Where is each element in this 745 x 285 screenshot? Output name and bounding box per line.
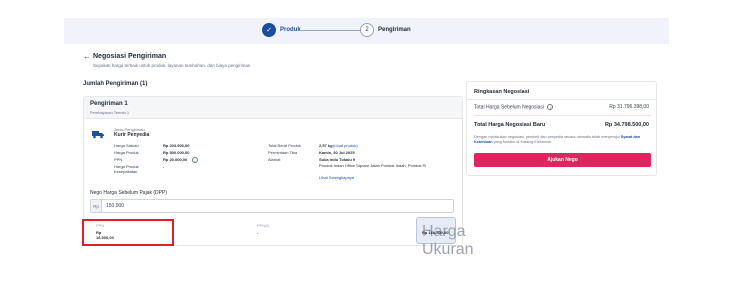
divider	[474, 115, 651, 116]
total-price-box: Harga Ukuran Rp 166.500,00	[416, 217, 474, 258]
pph-value: -	[257, 230, 259, 235]
after-nego-value: Rp 34.798.500,00	[604, 122, 649, 128]
progress-stepper: ✓ Produk 2 Pengiriman	[64, 18, 669, 44]
summary-title: Ringkasan Negosiasi	[474, 89, 530, 95]
kv-label: Alamat	[268, 157, 281, 162]
highlight-annotation	[82, 219, 174, 246]
step-label: Pengiriman	[378, 27, 411, 33]
step-label: Produk	[280, 27, 301, 33]
before-nego-text: Total Harga Sebelum Negosiasi	[474, 104, 545, 111]
nego-price-input[interactable]: Rp	[90, 199, 454, 213]
view-product-link[interactable]: (Lihat produk)	[333, 143, 358, 148]
kv-label: Harga Produk Kesepakatan	[114, 164, 139, 174]
shipment-order: Pembayaran Termin 1	[90, 110, 130, 115]
divider	[467, 99, 656, 100]
section-title: Jumlah Pengiriman (1)	[83, 81, 148, 87]
page-subtitle: Sepakati harga terbaik untuk produk, lay…	[93, 63, 251, 68]
kv-value: Rp 20.000,00	[163, 157, 188, 162]
shipment-header: Pengiriman 1 Pembayaran Termin 1	[84, 97, 462, 119]
submit-nego-button[interactable]: Ajukan Nego	[474, 153, 651, 167]
kv-value: Rp 203.900,00	[163, 143, 190, 148]
see-more-link[interactable]: Lihat Selengkapnya	[319, 175, 354, 180]
arrow-left-icon[interactable]: ←	[83, 52, 91, 61]
kv-value: Kamis, 30 Jul 2025	[319, 150, 355, 155]
info-icon[interactable]: i	[190, 157, 198, 163]
step-produk[interactable]: ✓ Produk	[262, 23, 301, 37]
terms-note: Dengan melakukan negosiasi, pembeli dan …	[474, 135, 652, 145]
kv-value: -	[163, 164, 165, 169]
address-detail: Pondok Indah Office Square Jalan Pondok …	[319, 163, 427, 168]
check-icon: ✓	[262, 23, 276, 37]
kv-value: Rp 500.000,00	[163, 150, 190, 155]
step-pengiriman[interactable]: 2 Pengiriman	[360, 23, 411, 37]
step-number: 2	[360, 23, 374, 37]
kv-label: Total Berat Produk	[268, 143, 301, 148]
terms-text: Dengan melakukan negosiasi, pembeli dan …	[474, 135, 620, 139]
total-value: Rp 166.500,00	[422, 230, 449, 235]
after-nego-label: Total Harga Negosiasi Baru	[474, 122, 546, 128]
kv-value: 2,57 kg	[319, 143, 333, 148]
kv-label: Harga Satuan	[114, 143, 139, 148]
negotiation-summary-card: Ringkasan Negosiasi Total Harga Sebelum …	[466, 81, 657, 176]
page-title: Negosiasi Pengiriman	[93, 53, 167, 60]
kv-label: Harga Produk	[114, 150, 139, 155]
terms-tail: yang berlaku di Katalog Elektronik.	[493, 140, 553, 144]
truck-icon	[92, 131, 104, 139]
nego-price-field[interactable]	[106, 203, 306, 209]
kv-value: Suka Indo Tokalu 9	[319, 157, 356, 162]
total-label: Harga Ukuran	[422, 223, 474, 258]
before-nego-label: Total Harga Sebelum Negosiasi i	[474, 104, 554, 111]
shipment-name: Pengiriman 1	[90, 101, 128, 107]
pph-label: PPh(0)	[257, 223, 270, 228]
kv-label: PPN	[114, 157, 123, 162]
kv-label: Permintaan Tiba	[268, 150, 298, 155]
nego-label: Nego Harga Sebelum Pajak (DPP)	[90, 190, 167, 196]
currency-prefix: Rp	[91, 200, 102, 212]
info-icon[interactable]: i	[547, 104, 554, 110]
before-nego-value: Rp 31.796.398,00	[609, 104, 649, 110]
step-connector	[300, 30, 360, 31]
shipment-type-value: Kurir Penyedia	[114, 132, 150, 138]
